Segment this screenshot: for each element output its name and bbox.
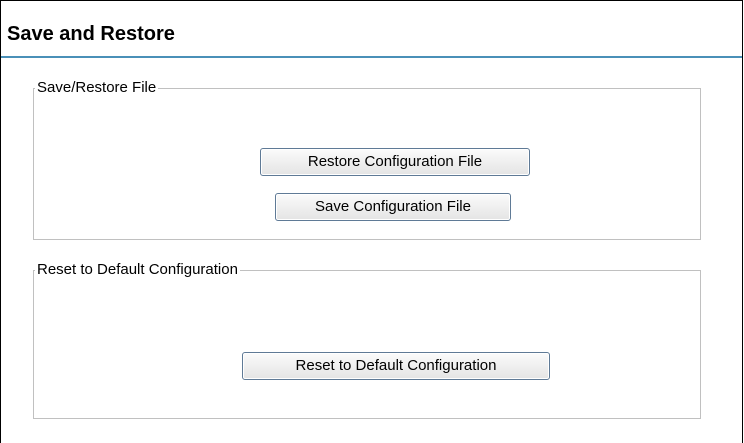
reset-default-button[interactable]: Reset to Default Configuration bbox=[242, 352, 550, 380]
title-bar: Save and Restore bbox=[1, 1, 742, 58]
save-restore-fieldset: Save/Restore File Restore Configuration … bbox=[33, 80, 701, 240]
save-configuration-button[interactable]: Save Configuration File bbox=[275, 193, 511, 221]
page-title: Save and Restore bbox=[7, 23, 175, 45]
restore-configuration-button[interactable]: Restore Configuration File bbox=[260, 148, 530, 176]
save-restore-legend: Save/Restore File bbox=[37, 79, 157, 96]
reset-default-legend: Reset to Default Configuration bbox=[37, 261, 238, 278]
reset-default-fieldset: Reset to Default Configuration Reset to … bbox=[33, 262, 701, 419]
